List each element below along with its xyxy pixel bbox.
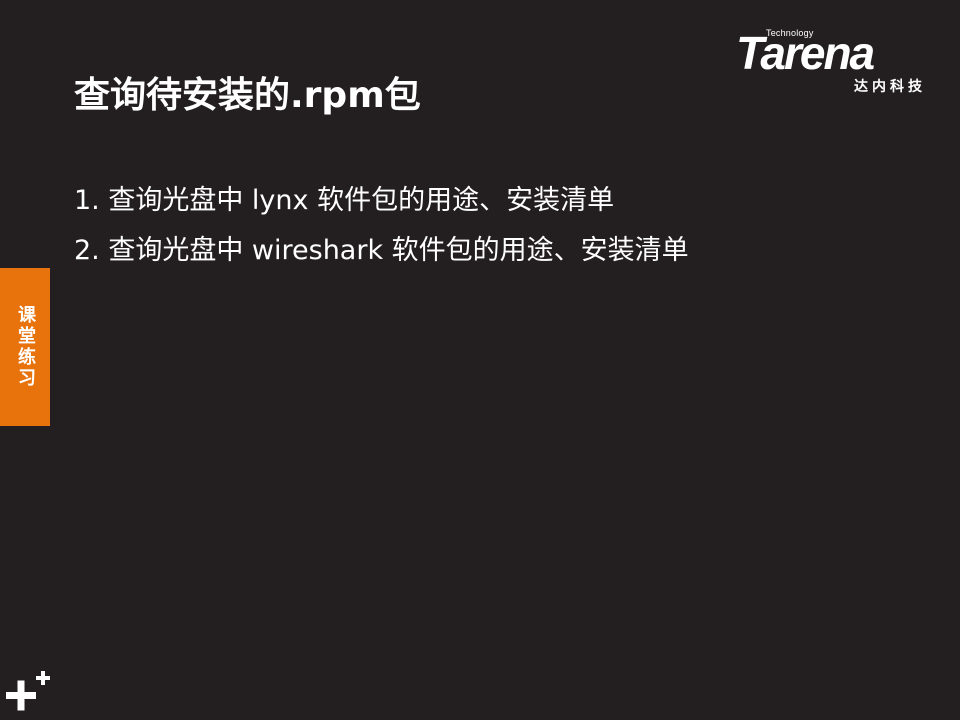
list-item: 2. 查询光盘中 wireshark 软件包的用途、安装清单 xyxy=(74,235,689,266)
exercise-list: 1. 查询光盘中 lynx 软件包的用途、安装清单 2. 查询光盘中 wires… xyxy=(74,176,689,276)
logo-wordmark: Tarena xyxy=(736,27,875,79)
list-item: 1. 查询光盘中 lynx 软件包的用途、安装清单 xyxy=(74,185,615,216)
classroom-exercise-tab: 课堂练习 xyxy=(0,268,50,426)
tarena-logo: Technology Tarena 达内科技 xyxy=(736,28,926,98)
plus-icon xyxy=(6,671,50,711)
slide: Technology Tarena 达内科技 查询待安装的.rpm包 1. 查询… xyxy=(0,0,960,720)
logo-chinese-text: 达内科技 xyxy=(854,79,926,95)
side-tab-label: 课堂练习 xyxy=(15,305,36,389)
slide-title: 查询待安装的.rpm包 xyxy=(74,75,421,116)
